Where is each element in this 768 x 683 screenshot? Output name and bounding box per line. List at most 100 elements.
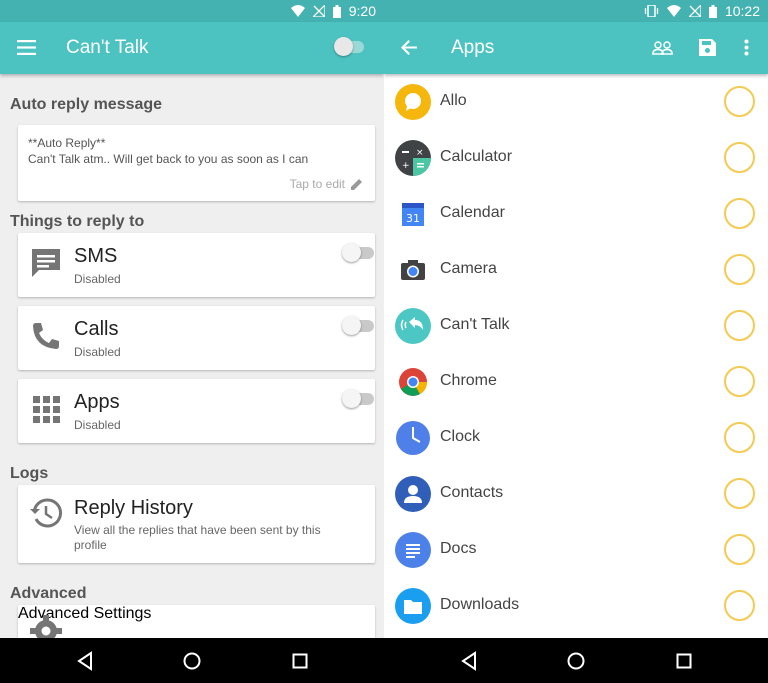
app-list-item[interactable]: Docs bbox=[384, 522, 768, 578]
apps-status: Disabled bbox=[74, 418, 121, 432]
app-select-checkbox[interactable] bbox=[724, 198, 755, 229]
app-list-item[interactable]: Chrome bbox=[384, 354, 768, 410]
app-select-checkbox[interactable] bbox=[724, 590, 755, 621]
navigation-bar bbox=[0, 638, 768, 683]
message-icon bbox=[32, 249, 60, 277]
allo-icon bbox=[395, 84, 431, 120]
status-bar: 10:22 bbox=[384, 0, 768, 22]
app-select-checkbox[interactable] bbox=[724, 142, 755, 173]
svg-text:×: × bbox=[416, 148, 424, 158]
recents-nav-icon[interactable] bbox=[290, 651, 310, 671]
app-label: Chrome bbox=[440, 372, 497, 389]
app-list-item[interactable]: 31 Calendar bbox=[384, 186, 768, 242]
calls-title: Calls bbox=[74, 318, 119, 340]
contacts-icon bbox=[395, 476, 431, 512]
app-list-item[interactable]: Contacts bbox=[384, 466, 768, 522]
battery-icon bbox=[332, 4, 341, 18]
app-label: Contacts bbox=[440, 484, 504, 501]
app-list-item[interactable]: Camera bbox=[384, 242, 768, 298]
phone-icon bbox=[33, 323, 59, 349]
profile-toggle[interactable] bbox=[334, 37, 364, 56]
calendar-icon: 31 bbox=[395, 196, 431, 232]
app-select-checkbox[interactable] bbox=[724, 478, 755, 509]
message-line-2: Can't Talk atm.. Will get back to you as… bbox=[28, 152, 309, 166]
calls-toggle[interactable] bbox=[342, 316, 374, 335]
toolbar: Can't Talk bbox=[0, 22, 384, 74]
home-nav-icon[interactable] bbox=[566, 651, 586, 671]
apps-screen: 10:22 Apps Allo × + Calculator 31 Calendar Cam… bbox=[384, 0, 768, 638]
page-title: Can't Talk bbox=[66, 37, 149, 58]
app-label: Camera bbox=[440, 260, 497, 277]
sms-title: SMS bbox=[74, 245, 118, 267]
status-time: 10:22 bbox=[724, 3, 760, 19]
pencil-icon bbox=[351, 179, 362, 190]
cant-talk-main-screen: 9:20 Can't Talk Auto reply message **Aut… bbox=[0, 0, 384, 638]
more-vert-icon[interactable] bbox=[744, 39, 749, 56]
battery-icon bbox=[708, 4, 717, 18]
app-list-item[interactable]: × + Calculator bbox=[384, 130, 768, 186]
reply-history-title: Reply History bbox=[74, 497, 193, 519]
app-select-checkbox[interactable] bbox=[724, 422, 755, 453]
app-label: Calendar bbox=[440, 204, 505, 221]
status-bar: 9:20 bbox=[0, 0, 384, 22]
vibrate-icon bbox=[644, 5, 659, 17]
tap-to-edit[interactable]: Tap to edit bbox=[290, 177, 363, 191]
page-title: Apps bbox=[451, 37, 495, 58]
app-list-item[interactable]: Clock bbox=[384, 410, 768, 466]
camera-icon bbox=[395, 252, 431, 288]
recents-nav-icon[interactable] bbox=[674, 651, 694, 671]
gear-icon bbox=[30, 615, 62, 638]
chrome-icon bbox=[395, 364, 431, 400]
history-icon bbox=[30, 498, 62, 528]
calls-option-card[interactable]: Calls Disabled bbox=[18, 306, 375, 370]
app-label: Can't Talk bbox=[440, 316, 510, 333]
logs-header: Logs bbox=[10, 465, 49, 482]
reply-history-card[interactable]: Reply History View all the replies that … bbox=[18, 485, 375, 563]
clock-icon bbox=[395, 420, 431, 456]
people-icon[interactable] bbox=[652, 41, 673, 55]
app-list-item[interactable]: Allo bbox=[384, 74, 768, 130]
back-nav-icon[interactable] bbox=[75, 651, 95, 671]
auto-reply-message-card[interactable]: **Auto Reply** Can't Talk atm.. Will get… bbox=[18, 125, 375, 201]
sms-status: Disabled bbox=[74, 272, 121, 286]
apps-toggle[interactable] bbox=[342, 389, 374, 408]
menu-icon[interactable] bbox=[17, 40, 36, 55]
app-label: Downloads bbox=[440, 596, 520, 613]
things-to-reply-header: Things to reply to bbox=[10, 213, 145, 230]
wifi-icon bbox=[666, 5, 681, 17]
app-select-checkbox[interactable] bbox=[724, 254, 755, 285]
calls-status: Disabled bbox=[74, 345, 121, 359]
calculator-icon: × + bbox=[395, 140, 431, 176]
message-line-1: **Auto Reply** bbox=[28, 136, 106, 150]
wifi-icon bbox=[290, 5, 305, 17]
svg-text:+: + bbox=[402, 161, 410, 171]
svg-text:31: 31 bbox=[406, 212, 420, 225]
app-label: Docs bbox=[440, 540, 477, 557]
app-label: Calculator bbox=[440, 148, 513, 165]
app-select-checkbox[interactable] bbox=[724, 86, 755, 117]
save-icon[interactable] bbox=[699, 39, 716, 56]
no-signal-icon bbox=[312, 5, 325, 17]
apps-option-card[interactable]: Apps Disabled bbox=[18, 379, 375, 443]
sms-toggle[interactable] bbox=[342, 243, 374, 262]
status-time: 9:20 bbox=[348, 3, 376, 19]
app-list-item[interactable]: Downloads bbox=[384, 578, 768, 634]
downloads-icon bbox=[395, 588, 431, 624]
home-nav-icon[interactable] bbox=[182, 651, 202, 671]
app-select-checkbox[interactable] bbox=[724, 366, 755, 397]
auto-reply-header: Auto reply message bbox=[10, 96, 163, 113]
grid-icon bbox=[33, 396, 60, 423]
sms-option-card[interactable]: SMS Disabled bbox=[18, 233, 375, 297]
app-list-item[interactable]: Can't Talk bbox=[384, 298, 768, 354]
back-arrow-icon[interactable] bbox=[401, 40, 417, 55]
reply-history-description: View all the replies that have been sent… bbox=[74, 523, 321, 552]
advanced-settings-card[interactable]: Advanced Settings bbox=[18, 605, 375, 638]
app-select-checkbox[interactable] bbox=[724, 310, 755, 341]
apps-title: Apps bbox=[74, 391, 120, 413]
advanced-header: Advanced bbox=[10, 585, 87, 602]
app-select-checkbox[interactable] bbox=[724, 534, 755, 565]
toolbar: Apps bbox=[384, 22, 768, 74]
back-nav-icon[interactable] bbox=[459, 651, 479, 671]
app-label: Clock bbox=[440, 428, 481, 445]
app-label: Allo bbox=[440, 92, 467, 109]
